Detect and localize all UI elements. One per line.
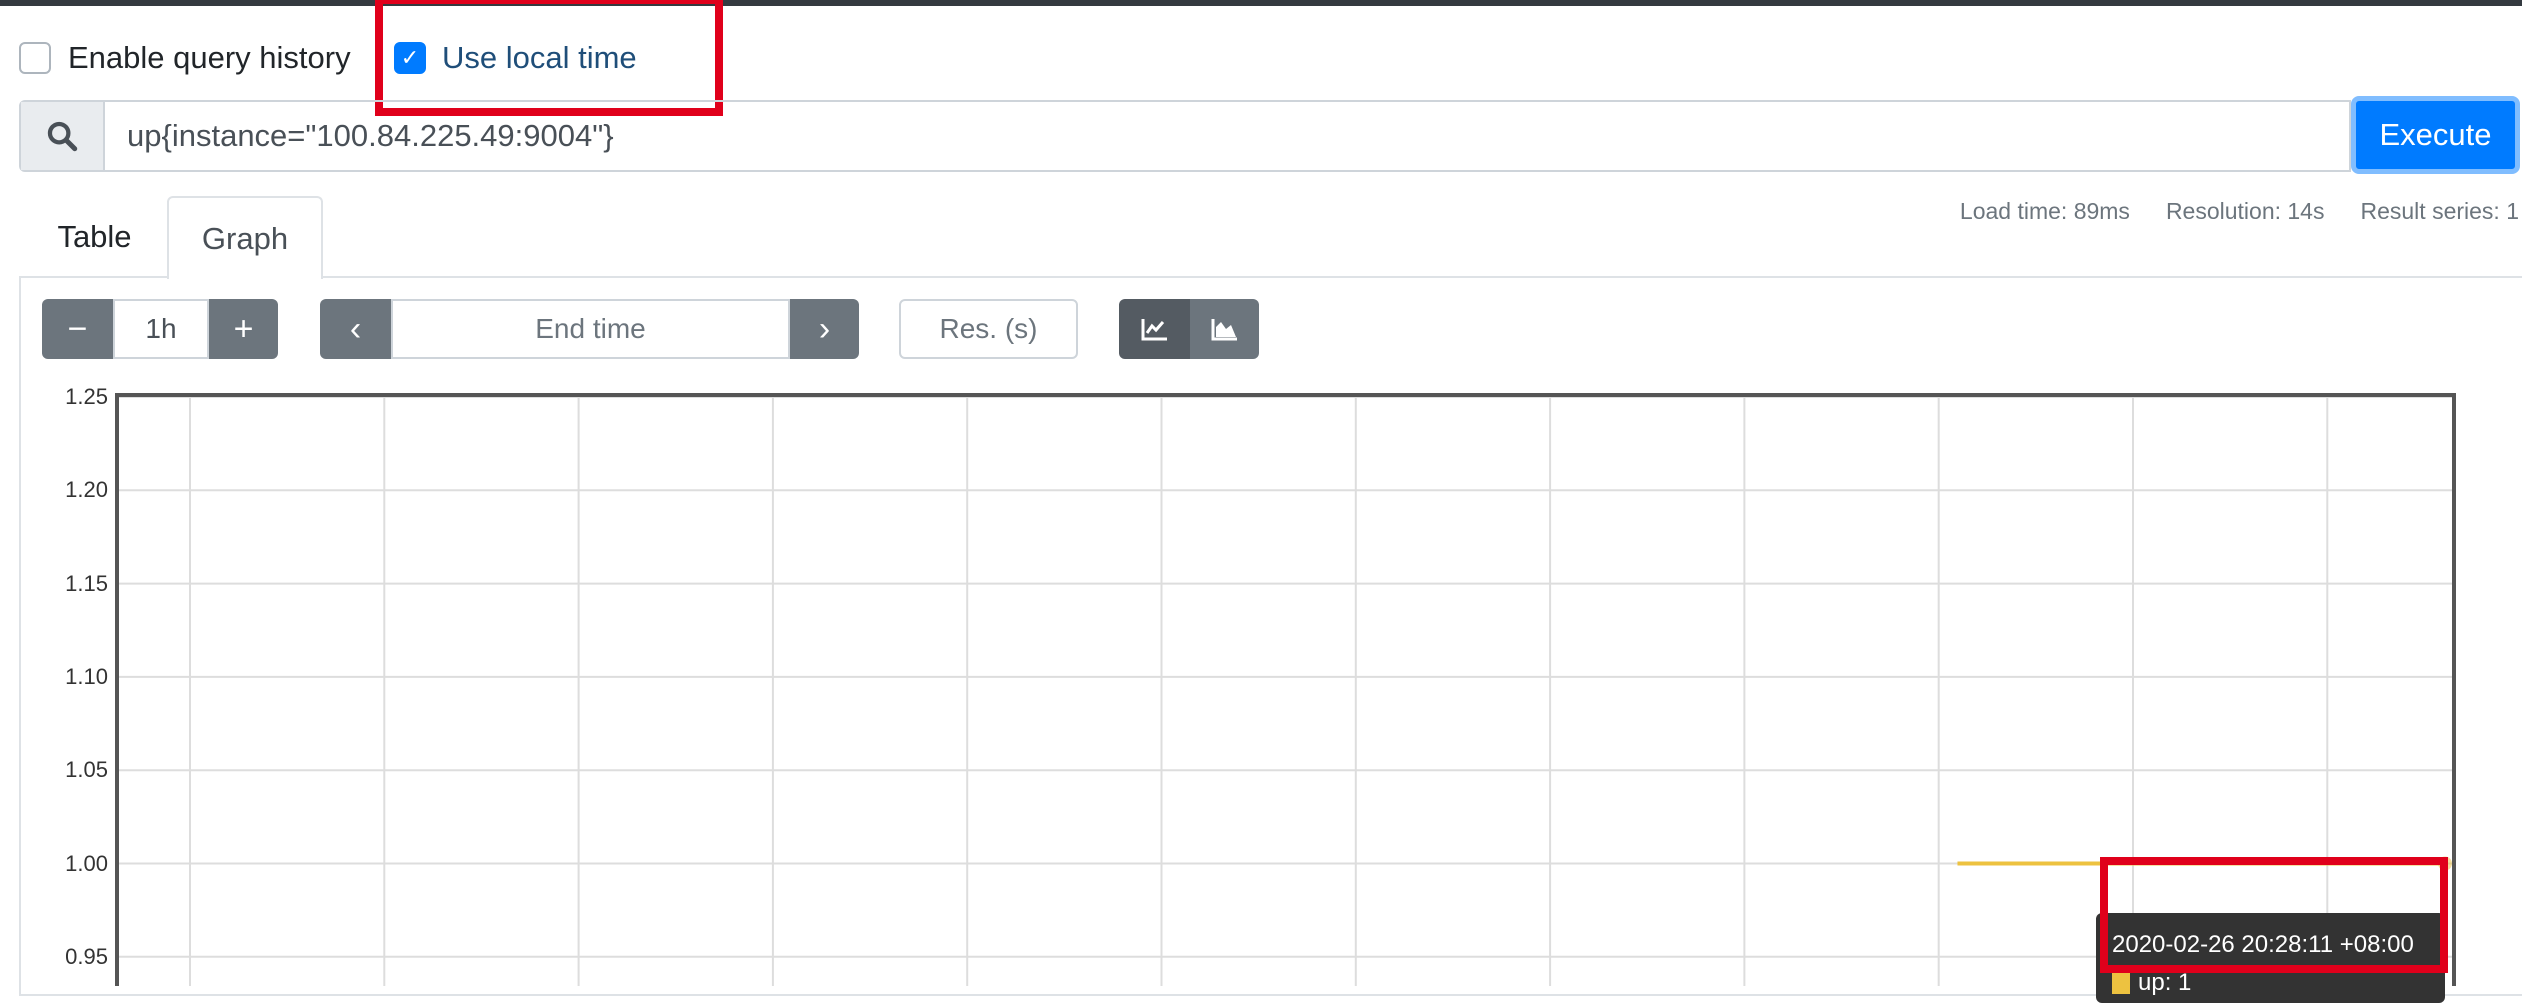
- tooltip-series: up: 1: [2112, 969, 2191, 997]
- highlight-box: [2100, 857, 2448, 973]
- series-swatch: [2112, 972, 2130, 994]
- tooltip-series-label: up: 1: [2138, 969, 2192, 996]
- graph-plot[interactable]: [0, 0, 2522, 986]
